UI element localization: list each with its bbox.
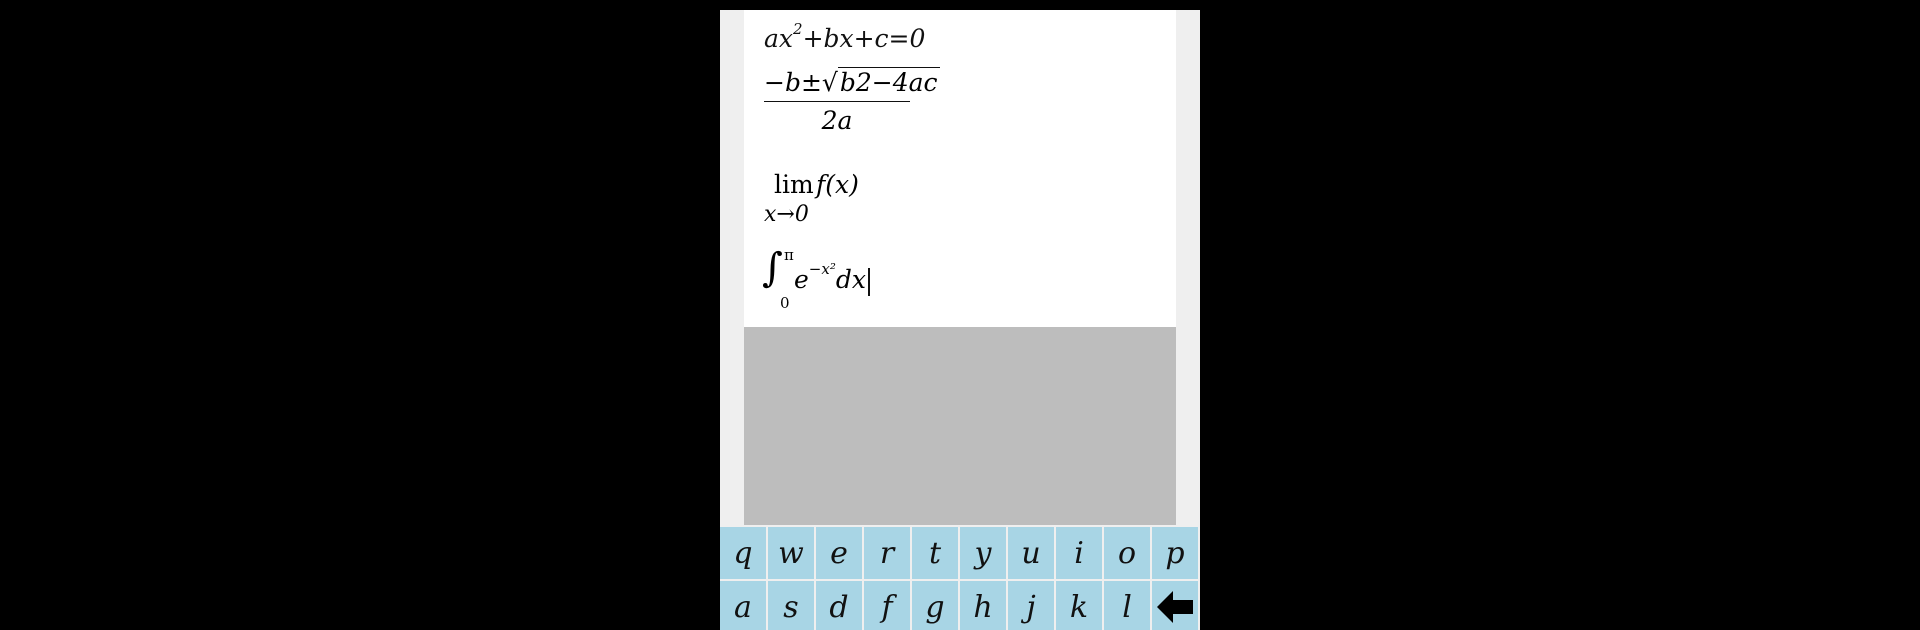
app-screen: ax2+bx+c=0 −b±√b2−4ac 2a lim f(x) x→0 ∫ … — [720, 10, 1200, 630]
preview-pane — [744, 327, 1176, 525]
backspace-key[interactable] — [1152, 581, 1198, 630]
key-s[interactable]: s — [768, 581, 814, 630]
square-root: b2−4ac — [837, 67, 940, 97]
integral-dx: dx — [835, 265, 866, 294]
limit-subscript: x→0 — [764, 202, 809, 227]
keyboard-row-1: q w e r t y u i o p — [720, 527, 1200, 579]
fraction-denominator: 2a — [821, 106, 853, 135]
integral-body[interactable]: e−x²dx — [794, 260, 870, 296]
integral-upper-bound: π — [784, 246, 794, 264]
key-t[interactable]: t — [912, 527, 958, 579]
key-y[interactable]: y — [960, 527, 1006, 579]
eq-superscript: 2 — [793, 20, 803, 38]
integral-exponent: −x² — [808, 260, 836, 278]
key-q[interactable]: q — [720, 527, 766, 579]
equation-quadratic[interactable]: ax2+bx+c=0 — [764, 20, 926, 53]
backspace-arrow-icon — [1157, 591, 1193, 623]
key-j[interactable]: j — [1008, 581, 1054, 630]
equation-quadratic-formula[interactable]: −b±√b2−4ac 2a — [764, 67, 940, 135]
key-l[interactable]: l — [1104, 581, 1150, 630]
integral-base: e — [794, 265, 809, 294]
key-i[interactable]: i — [1056, 527, 1102, 579]
key-o[interactable]: o — [1104, 527, 1150, 579]
numerator-prefix: −b±√ — [764, 68, 838, 97]
limit-operator: lim — [774, 170, 814, 199]
key-e[interactable]: e — [816, 527, 862, 579]
key-f[interactable]: f — [864, 581, 910, 630]
text-cursor — [867, 267, 870, 296]
key-w[interactable]: w — [768, 527, 814, 579]
integral-lower-bound: 0 — [780, 294, 790, 312]
key-a[interactable]: a — [720, 581, 766, 630]
equation-editor[interactable]: ax2+bx+c=0 −b±√b2−4ac 2a lim f(x) x→0 ∫ … — [744, 10, 1176, 327]
key-h[interactable]: h — [960, 581, 1006, 630]
key-p[interactable]: p — [1152, 527, 1198, 579]
key-r[interactable]: r — [864, 527, 910, 579]
keyboard-row-2: a s d f g h j k l — [720, 581, 1200, 630]
key-u[interactable]: u — [1008, 527, 1054, 579]
radicand-superscript: 2 — [855, 68, 872, 97]
eq-text: +bx+c=0 — [802, 24, 926, 53]
radicand-rest: −4ac — [871, 68, 938, 97]
fraction-numerator: −b±√b2−4ac — [764, 67, 940, 102]
key-g[interactable]: g — [912, 581, 958, 630]
eq-text: ax — [764, 24, 794, 53]
key-d[interactable]: d — [816, 581, 862, 630]
limit-function: f(x) — [816, 170, 859, 199]
integral-sign: ∫ — [762, 245, 783, 291]
key-k[interactable]: k — [1056, 581, 1102, 630]
radicand-b: b — [839, 68, 856, 97]
